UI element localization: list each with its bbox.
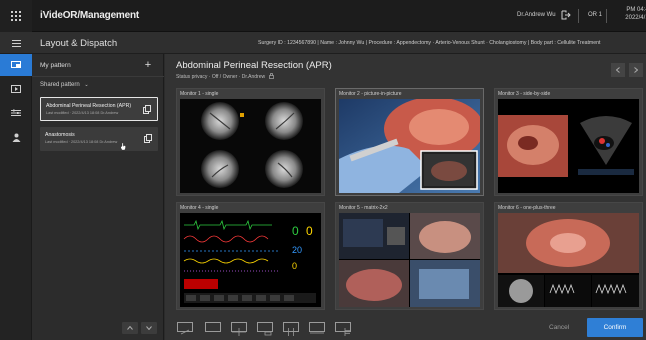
divider [606, 9, 607, 23]
surgery-image [339, 99, 480, 193]
matrix-image [339, 213, 480, 307]
top-bar: iVideOR/Management Dr.Andrew Wu OR 1 PM … [0, 0, 646, 32]
monitor-label: Monitor 2 - picture-in-picture [339, 91, 402, 97]
vital-signs-image: 0 0 20 0 [180, 213, 321, 307]
pattern-card-meta: Last modified · 2022/4/13 18:08 Dr.Andre… [46, 111, 119, 115]
move-down-button[interactable] [141, 322, 157, 334]
chevron-right-icon [634, 67, 638, 73]
pattern-card-title: Anastomosis [45, 132, 75, 138]
rail-layout[interactable] [0, 54, 32, 76]
divider [32, 76, 164, 77]
monitor-label: Monitor 5 - matrix-2x2 [339, 205, 388, 211]
rail-person[interactable] [0, 126, 32, 148]
layout-pip-icon [180, 329, 190, 335]
layout-bottom-option[interactable] [309, 322, 325, 334]
monitor-label: Monitor 1 - single [180, 91, 219, 97]
monitor-5[interactable]: Monitor 5 - matrix-2x2 [335, 202, 484, 310]
room-label: OR 1 [588, 12, 603, 18]
clock-date: 2022/4/13 [625, 15, 646, 21]
vital-value: 20 [292, 245, 302, 255]
pattern-panel: My pattern + Shared pattern ⌄ Abdominal … [32, 54, 164, 340]
layout-bottom-icon [310, 332, 324, 334]
layout-single-pip-option[interactable] [177, 322, 193, 335]
monitor-2[interactable]: Monitor 2 - picture-in-picture [335, 88, 484, 196]
my-pattern-heading: My pattern [40, 62, 71, 69]
menu-button[interactable] [0, 32, 32, 54]
pattern-meta-text: Status privacy · Off / Owner · Dr.Andrew [176, 74, 266, 80]
layout-grid-icon [232, 328, 246, 336]
monitor-label: Monitor 4 - single [180, 205, 219, 211]
layout-editor: Abdominal Perineal Resection (APR) Statu… [165, 54, 646, 340]
next-button[interactable] [629, 63, 643, 77]
sliders-icon [11, 109, 21, 116]
cancel-button[interactable]: Cancel [549, 324, 569, 331]
menu-icon [11, 39, 21, 47]
layout-one-plus-three-option[interactable] [335, 322, 351, 336]
layout-one-plus-three-icon [344, 328, 350, 336]
monitor-4[interactable]: Monitor 4 - single 0 0 20 0 [176, 202, 325, 310]
pattern-card-meta: Last modified · 2022/4/13 18:08 Dr.Andre… [45, 140, 118, 144]
monitor-screen [180, 99, 321, 193]
page-title: Layout & Dispatch [40, 38, 118, 49]
pattern-card[interactable]: Abdominal Perineal Resection (APR) Last … [40, 97, 158, 121]
pattern-card-title: Abdominal Perineal Resection (APR) [46, 103, 132, 109]
confirm-button[interactable]: Confirm [587, 318, 643, 337]
monitor-screen [498, 99, 639, 193]
layout-split-option[interactable] [283, 322, 299, 336]
sub-header: Layout & Dispatch Surgery ID : 123456789… [0, 32, 646, 54]
monitor-label: Monitor 3 - side-by-side [498, 91, 551, 97]
shared-pattern-label: Shared pattern [40, 82, 80, 88]
person-icon [12, 133, 20, 142]
layout-icon [11, 61, 21, 68]
layout-split-icon [288, 328, 294, 336]
patient-info: Surgery ID : 1234567890 | Name : Johnny … [258, 40, 601, 46]
monitor-label: Monitor 6 - one-plus-three [498, 205, 556, 211]
clock-time: PM 04:49 [626, 7, 646, 13]
layout-corner-icon [264, 331, 272, 336]
apps-grid-icon [11, 11, 21, 21]
clock: PM 04:49 2022/4/13 [612, 6, 646, 22]
one-plus-three-image [498, 213, 639, 307]
monitor-screen [498, 213, 639, 307]
layout-single-option[interactable] [205, 322, 221, 332]
prev-button[interactable] [611, 63, 625, 77]
video-icon [11, 85, 21, 93]
xray-image [180, 99, 321, 193]
pattern-meta: Status privacy · Off / Owner · Dr.Andrew [176, 73, 274, 80]
surgery-echo-image [498, 99, 639, 193]
monitor-screen: 0 0 20 0 [180, 213, 321, 307]
chevron-left-icon [616, 67, 620, 73]
pattern-title: Abdominal Perineal Resection (APR) [176, 60, 332, 71]
logout-icon[interactable] [561, 10, 571, 20]
copy-icon[interactable] [143, 105, 151, 114]
layout-pip-option[interactable] [257, 322, 273, 336]
divider [578, 9, 579, 23]
monitor-screen [339, 213, 480, 307]
layout-matrix-option[interactable] [231, 322, 247, 336]
chevron-down-icon [146, 326, 152, 330]
icon-rail [0, 54, 32, 340]
vital-value: 0 [292, 224, 299, 238]
chevron-down-icon: ⌄ [84, 82, 89, 88]
move-up-button[interactable] [122, 322, 138, 334]
add-pattern-button[interactable]: + [140, 58, 156, 72]
vital-value: 0 [292, 261, 297, 271]
user-name[interactable]: Dr.Andrew Wu [517, 12, 556, 18]
monitor-1[interactable]: Monitor 1 - single [176, 88, 325, 196]
rail-settings[interactable] [0, 102, 32, 124]
shared-pattern-toggle[interactable]: Shared pattern ⌄ [40, 82, 89, 88]
hand-cursor-icon [121, 143, 126, 151]
apps-button[interactable] [0, 0, 32, 32]
lock-icon [268, 73, 274, 79]
brand-logo: iVideOR/Management [40, 10, 140, 21]
vital-value: 0 [306, 224, 313, 238]
chevron-up-icon [127, 326, 133, 330]
pattern-card[interactable]: Anastomosis Last modified · 2022/4/13 18… [40, 127, 158, 151]
copy-icon[interactable] [144, 134, 152, 143]
monitor-6[interactable]: Monitor 6 - one-plus-three [494, 202, 643, 310]
monitor-3[interactable]: Monitor 3 - side-by-side [494, 88, 643, 196]
monitor-screen [339, 99, 480, 193]
rail-video[interactable] [0, 78, 32, 100]
